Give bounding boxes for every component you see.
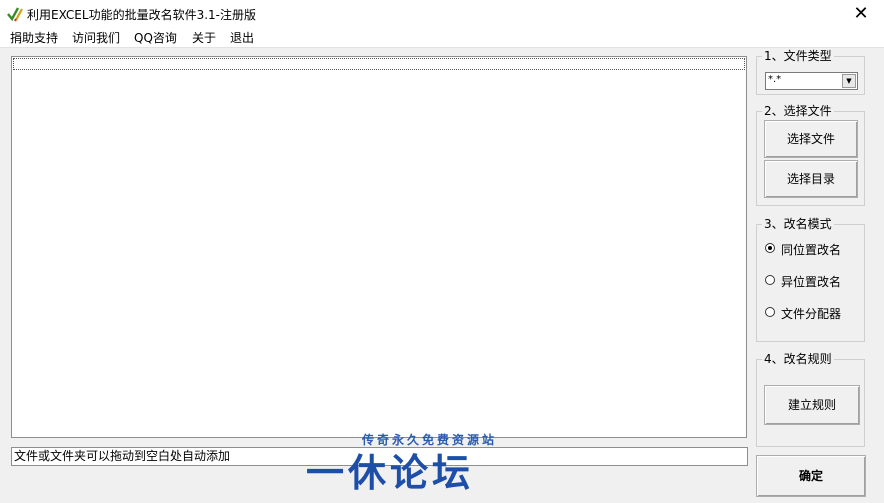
radio-circle[interactable] — [765, 307, 775, 317]
build-rule-button[interactable]: 建立规则 — [764, 385, 860, 425]
radio-circle[interactable] — [765, 275, 775, 285]
main-content: 文件或文件夹可以拖动到空白处自动添加 1、文件类型 *.* ▼ 2、选择文件 选… — [0, 47, 884, 503]
group-rename-mode-label: 3、改名模式 — [762, 217, 834, 231]
group-select-files: 2、选择文件 选择文件 选择目录 — [756, 104, 865, 206]
radio-label: 同位置改名 — [781, 243, 842, 257]
file-list[interactable] — [11, 56, 747, 438]
group-file-type-label: 1、文件类型 — [762, 49, 834, 63]
watermark-tagline: 传奇永久免费资源站 — [362, 433, 498, 447]
radio-label: 文件分配器 — [781, 307, 842, 321]
file-type-select[interactable]: *.* ▼ — [765, 72, 858, 90]
radio-label: 异位置改名 — [781, 275, 842, 289]
group-rename-mode: 3、改名模式 同位置改名 异位置改名 文件分配器 — [756, 217, 865, 342]
menu-exit[interactable]: 退出 — [230, 29, 254, 46]
list-focus-row — [13, 58, 745, 70]
menu-about[interactable]: 关于 — [192, 29, 216, 46]
menu-bar: 捐助支持 访问我们 QQ咨询 关于 退出 — [0, 28, 884, 47]
confirm-button[interactable]: 确定 — [756, 455, 866, 497]
group-rename-rule-label: 4、改名规则 — [762, 352, 834, 366]
radio-selected-dot — [768, 246, 772, 250]
menu-qq-consult[interactable]: QQ咨询 — [134, 29, 177, 46]
close-icon: ✕ — [853, 3, 869, 24]
close-button[interactable]: ✕ — [838, 0, 884, 28]
radio-circle[interactable] — [765, 243, 775, 253]
group-file-type: 1、文件类型 *.* ▼ — [756, 49, 865, 95]
group-rename-rule: 4、改名规则 建立规则 — [756, 352, 865, 447]
app-icon — [7, 7, 23, 22]
watermark-logo: 一休论坛 — [306, 451, 475, 495]
menu-donate[interactable]: 捐助支持 — [10, 29, 58, 46]
menu-visit-us[interactable]: 访问我们 — [72, 29, 120, 46]
file-type-value: *.* — [768, 74, 782, 85]
window-title: 利用EXCEL功能的批量改名软件3.1-注册版 — [27, 8, 256, 22]
title-bar: 利用EXCEL功能的批量改名软件3.1-注册版 ✕ — [0, 0, 884, 28]
select-directory-button[interactable]: 选择目录 — [764, 160, 858, 198]
group-select-files-label: 2、选择文件 — [762, 104, 834, 118]
chevron-down-icon[interactable]: ▼ — [842, 74, 856, 88]
select-file-button[interactable]: 选择文件 — [764, 120, 858, 158]
